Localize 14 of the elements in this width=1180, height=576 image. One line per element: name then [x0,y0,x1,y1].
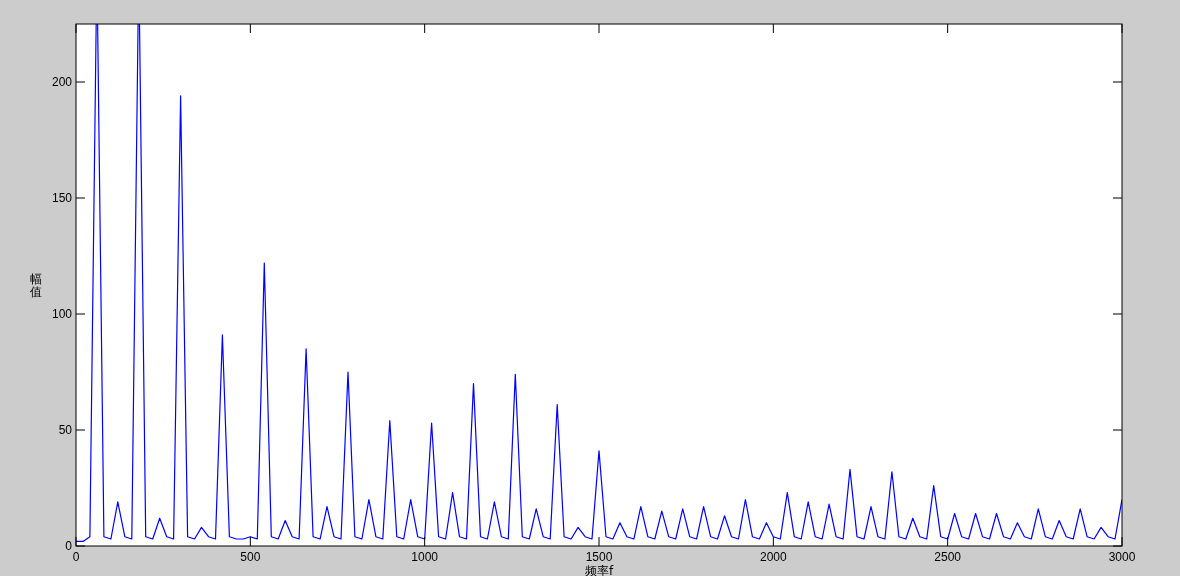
x-tick-label: 2000 [760,550,787,564]
y-tick-label: 200 [51,75,72,89]
x-tick-label: 2500 [934,550,961,564]
y-tick-label: 50 [58,423,72,437]
y-tick-label: 100 [51,307,72,321]
x-tick-label: 3000 [1108,550,1136,564]
x-axis-label: 频率f [584,564,614,576]
y-tick-label: 0 [65,539,72,553]
x-tick-label: 500 [240,550,261,564]
y-axis-label: 幅值 [30,272,42,299]
y-tick-label: 150 [51,191,72,205]
x-tick-label: 1500 [585,550,613,564]
x-tick-label: 0 [72,550,80,564]
x-tick-label: 1000 [411,550,438,564]
